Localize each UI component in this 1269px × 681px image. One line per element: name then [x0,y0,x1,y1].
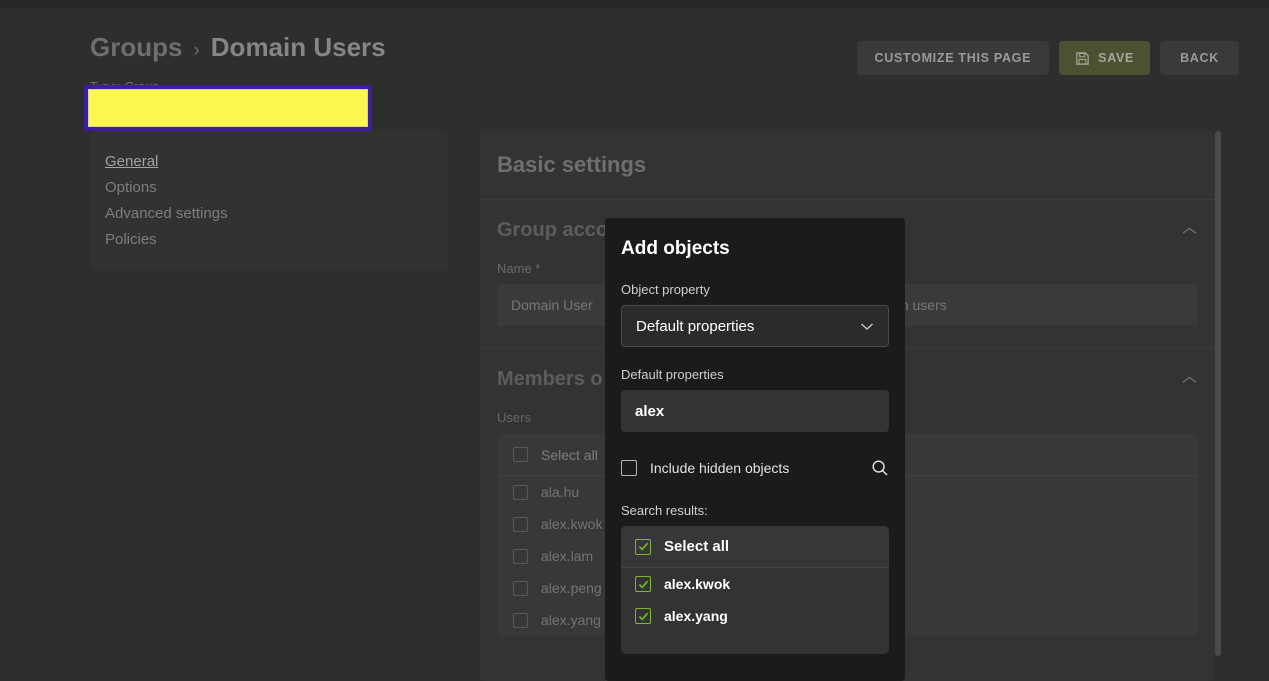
checkbox-unchecked-icon[interactable] [513,447,528,462]
page-title: Basic settings [480,131,1215,200]
search-icon[interactable] [871,459,889,477]
chevron-up-icon[interactable] [1181,375,1198,385]
results-select-all-row[interactable]: Select all [621,526,889,568]
description-field-group: tion omain users [856,261,1199,326]
checkbox-checked-icon[interactable] [635,608,651,624]
checkbox-unchecked-icon[interactable] [513,516,528,532]
back-button[interactable]: BACK [1160,41,1239,75]
sidebar-item-general[interactable]: General [105,149,158,175]
highlight-overlay-box [84,85,372,131]
include-hidden-objects-row: Include hidden objects [621,459,889,477]
save-button-label: SAVE [1098,51,1135,65]
checkbox-unchecked-icon[interactable] [513,484,528,500]
sidebar-item-advanced-settings[interactable]: Advanced settings [105,201,228,227]
group-account-section-title: Group acco [497,219,609,241]
members-select-all-label: Select all [541,446,598,463]
breadcrumb: Groups › Domain Users [90,32,386,63]
scrollbar-thumb[interactable] [1215,131,1221,656]
search-results-label: Search results: [621,503,708,518]
list-item-label: alex.yang [541,612,601,628]
list-item-label: alex.peng [541,580,602,596]
results-select-all-label: Select all [664,538,730,555]
checkbox-unchecked-icon[interactable] [621,460,637,476]
save-floppy-icon [1076,51,1089,65]
object-property-label: Object property [621,282,710,297]
default-properties-label: Default properties [621,367,724,382]
checkbox-unchecked-icon[interactable] [513,580,528,596]
app-root: Groups › Domain Users Type: Group CUSTOM… [0,0,1269,681]
save-button[interactable]: SAVE [1059,41,1151,75]
list-item-label: ala.hu [541,484,580,500]
list-item[interactable]: alex.kwok [621,568,889,600]
customize-this-page-button[interactable]: CUSTOMIZE THIS PAGE [856,41,1050,75]
window-top-strip [0,0,1269,8]
breadcrumb-separator-icon: › [193,40,200,61]
add-objects-dialog: Add objects Object property Default prop… [605,218,905,681]
list-item-label: alex.yang [664,608,728,624]
sidebar-item-options[interactable]: Options [105,175,157,201]
search-results-list: Select all alex.kwok alex.yang [621,526,889,654]
object-property-selected-value: Default properties [636,317,755,335]
description-field-label: tion [857,261,1199,276]
description-input[interactable]: omain users [856,284,1198,326]
list-item[interactable]: alex.yang [621,600,889,632]
list-item-label: alex.kwok [664,576,731,592]
checkbox-unchecked-icon[interactable] [513,548,528,564]
members-section-title: Members o [497,368,603,390]
panel-scrollbar[interactable] [1215,131,1221,681]
breadcrumb-root[interactable]: Groups [90,32,182,63]
dialog-title: Add objects [621,238,730,259]
include-hidden-objects-label: Include hidden objects [650,460,790,476]
object-property-select[interactable]: Default properties [621,305,889,347]
chevron-down-icon [861,323,873,330]
breadcrumb-current: Domain Users [210,32,386,62]
header-actions: CUSTOMIZE THIS PAGE SAVE BACK [856,41,1239,75]
settings-nav-card: General Options Advanced settings Polici… [90,131,448,270]
checkbox-checked-icon[interactable] [635,576,651,592]
checkbox-checked-icon[interactable] [635,538,651,555]
list-item-label: alex.kwok [541,516,603,532]
list-item-label: alex.lam [541,548,594,564]
search-input[interactable]: alex [621,390,889,432]
chevron-up-icon[interactable] [1181,226,1198,236]
checkbox-unchecked-icon[interactable] [513,612,528,628]
sidebar-item-policies[interactable]: Policies [105,227,157,253]
